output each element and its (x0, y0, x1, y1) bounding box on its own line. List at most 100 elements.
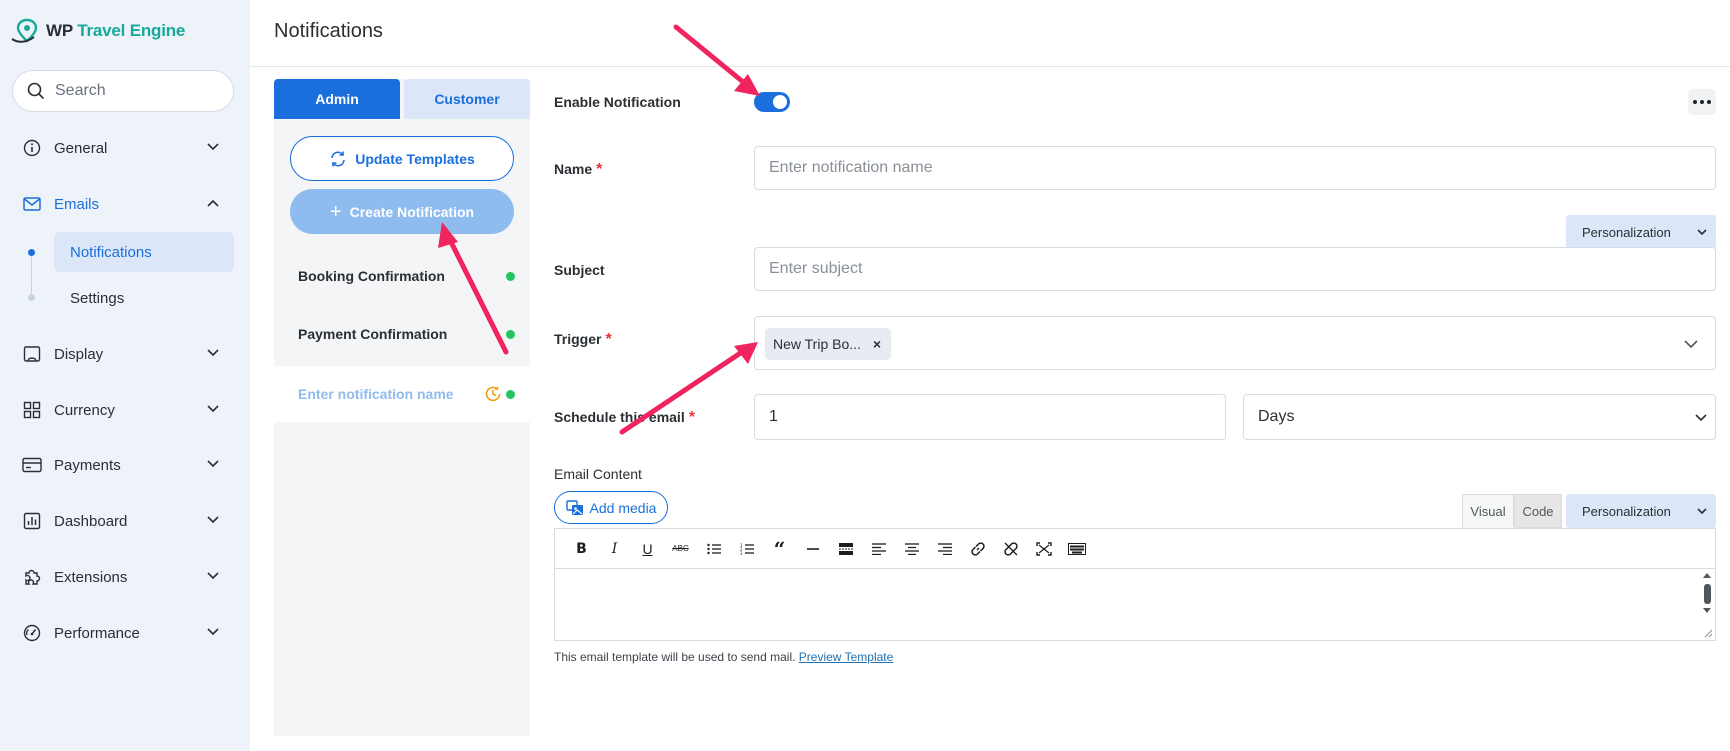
chevron-down-icon (1684, 340, 1698, 349)
preview-template-link[interactable]: Preview Template (799, 650, 894, 664)
add-media-label: Add media (589, 499, 657, 516)
email-content-editor[interactable]: B I U ABC 123 “ (554, 528, 1716, 641)
create-notification-label: Create Notification (349, 203, 475, 220)
chevron-down-icon (207, 516, 219, 524)
bullet-list-icon[interactable] (697, 534, 730, 564)
content-personalization-button[interactable]: Personalization (1566, 494, 1716, 528)
sidebar-item-general[interactable]: General (0, 128, 250, 168)
notification-item-new[interactable]: Enter notification name (274, 366, 530, 422)
align-center-icon[interactable] (895, 534, 928, 564)
annotation-arrow-toggle (673, 24, 751, 89)
bold-icon[interactable]: B (565, 534, 598, 564)
notification-item-booking[interactable]: Booking Confirmation (274, 248, 530, 304)
align-left-icon[interactable] (862, 534, 895, 564)
submenu-active-dot (28, 249, 35, 256)
unlink-icon[interactable] (994, 534, 1027, 564)
status-dot-active (506, 330, 515, 339)
subject-input[interactable] (754, 247, 1716, 291)
schedule-label: Schedule this email * (554, 409, 695, 427)
chevron-down-icon (207, 628, 219, 636)
svg-text:3: 3 (740, 551, 743, 555)
more-options-button[interactable] (1688, 89, 1716, 115)
tab-customer[interactable]: Customer (404, 79, 530, 119)
notification-item-label: Payment Confirmation (298, 326, 448, 342)
sidebar-item-currency[interactable]: Currency (0, 390, 250, 430)
notification-name-input[interactable] (754, 146, 1716, 190)
chevron-down-icon (1695, 414, 1707, 422)
required-mark: * (688, 409, 695, 426)
align-right-icon[interactable] (928, 534, 961, 564)
link-icon[interactable] (961, 534, 994, 564)
editor-tab-code[interactable]: Code (1514, 494, 1562, 528)
read-more-icon[interactable] (829, 534, 862, 564)
helper-text: This email template will be used to send… (554, 650, 893, 664)
submenu-dot (28, 294, 35, 301)
schedule-unit-value: Days (1258, 408, 1295, 425)
sidebar-subitem-notifications[interactable]: Notifications (54, 232, 234, 272)
chevron-down-icon (1697, 229, 1707, 236)
header-divider (250, 66, 1730, 67)
chevron-up-icon (207, 199, 219, 207)
add-media-button[interactable]: Add media (554, 491, 668, 524)
logo-pin-icon (11, 18, 38, 43)
subject-personalization-button[interactable]: Personalization (1566, 215, 1716, 249)
sidebar-item-label: Currency (54, 401, 115, 419)
italic-icon[interactable]: I (598, 534, 631, 564)
logo-prefix: WP (46, 21, 73, 40)
spellcheck-icon[interactable]: ABC (664, 534, 697, 564)
gauge-icon (22, 623, 42, 643)
enable-notification-toggle[interactable] (754, 92, 790, 112)
annotation-arrowhead (734, 74, 760, 96)
notification-item-payment[interactable]: Payment Confirmation (274, 306, 530, 362)
sidebar-item-label: Display (54, 345, 104, 363)
schedule-clock-icon (485, 386, 501, 402)
required-mark: * (596, 161, 603, 178)
plus-icon: + (329, 200, 342, 223)
enable-notification-label: Enable Notification (554, 94, 681, 110)
sidebar-item-emails[interactable]: Emails (0, 184, 250, 224)
schedule-unit-select[interactable]: Days (1243, 394, 1716, 440)
more-dot-icon (1707, 100, 1711, 104)
sidebar-item-label: Emails (54, 195, 100, 213)
add-media-icon (565, 499, 583, 515)
logo-accent: Travel Engine (77, 21, 186, 40)
sidebar-item-display[interactable]: Display (0, 334, 250, 374)
refresh-icon (331, 151, 346, 166)
search-input[interactable] (55, 82, 225, 100)
toggle-knob (773, 95, 787, 109)
personalization-label: Personalization (1582, 224, 1671, 240)
trigger-select[interactable]: New Trip Bo... × (754, 316, 1716, 370)
editor-tab-visual[interactable]: Visual (1462, 494, 1514, 528)
trigger-label: Trigger * (554, 331, 612, 349)
chevron-down-icon (207, 572, 219, 580)
tab-admin[interactable]: Admin (274, 79, 400, 119)
keyboard-icon[interactable] (1060, 534, 1093, 564)
page-title: Notifications (274, 20, 383, 42)
subject-label: Subject (554, 262, 605, 278)
notification-item-label: Enter notification name (298, 386, 454, 402)
sidebar-item-label: Payments (54, 456, 121, 474)
fullscreen-icon[interactable] (1027, 534, 1060, 564)
underline-icon[interactable]: U (631, 534, 664, 564)
sidebar-subitem-settings[interactable]: Settings (54, 278, 234, 318)
schedule-value-input[interactable] (754, 394, 1226, 440)
sidebar-item-performance[interactable]: Performance (0, 613, 250, 653)
sidebar-item-extensions[interactable]: Extensions (0, 557, 250, 597)
update-templates-label: Update Templates (355, 150, 475, 167)
chip-remove-icon[interactable]: × (873, 336, 881, 352)
editor-scrollbar[interactable] (1700, 570, 1714, 640)
blockquote-icon[interactable]: “ (763, 534, 796, 564)
card-icon (22, 455, 42, 475)
sidebar-item-dashboard[interactable]: Dashboard (0, 501, 250, 541)
info-icon (22, 138, 42, 158)
display-icon (22, 344, 42, 364)
sidebar-item-payments[interactable]: Payments (0, 445, 250, 485)
numbered-list-icon[interactable]: 123 (730, 534, 763, 564)
trigger-chip-label: New Trip Bo... (773, 336, 861, 352)
update-templates-button[interactable]: Update Templates (290, 136, 514, 181)
trigger-chip: New Trip Bo... × (765, 328, 892, 360)
search-box[interactable] (12, 70, 234, 112)
create-notification-button[interactable]: + Create Notification (290, 189, 514, 234)
horizontal-rule-icon[interactable] (796, 534, 829, 564)
logo[interactable]: WP Travel Engine (10, 16, 185, 46)
